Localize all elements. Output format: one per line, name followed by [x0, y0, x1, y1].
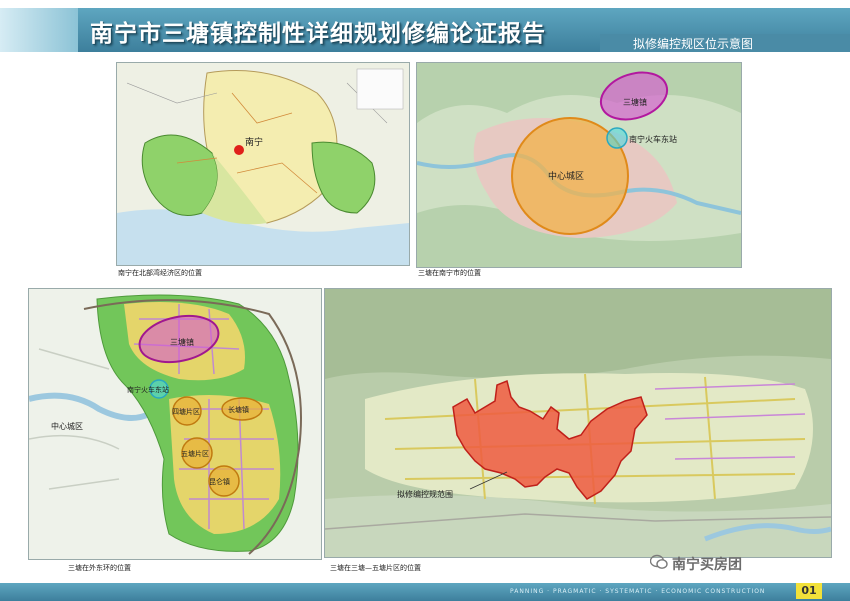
- label-santang: 三塘镇: [623, 97, 647, 107]
- map-beibu-gulf: 南宁: [116, 62, 410, 266]
- map-study-area-image: 拟修编控规范围: [325, 289, 831, 557]
- station-zone: [606, 127, 628, 149]
- footer-slogan: PANNING · PRAGMATIC · SYSTEMATIC · ECONO…: [510, 588, 766, 595]
- wechat-icon: [650, 554, 668, 569]
- label-sitang: 四塘片区: [172, 407, 200, 416]
- watermark: 南宁买房团: [672, 557, 742, 573]
- header: 南宁市三塘镇控制性详细规划修编论证报告 拟修编控规区位示意图: [0, 0, 850, 52]
- caption-map-2: 三塘在南宁市的位置: [418, 269, 481, 277]
- nanning-marker: [234, 145, 244, 155]
- map-outer-east-ring-image: 三塘镇 南宁火车东站 中心城区 四塘片区 长塘镇 五塘片区 昆仑镇: [29, 289, 321, 559]
- map-nanning-city: 三塘镇 南宁火车东站 中心城区: [416, 62, 742, 268]
- label-central-district: 中心城区: [548, 170, 584, 182]
- label-santang: 三塘镇: [170, 337, 194, 347]
- label-wutang: 五塘片区: [181, 449, 209, 458]
- label-east-station: 南宁火车东站: [629, 134, 677, 144]
- label-kunlun: 昆仑镇: [209, 477, 230, 486]
- page-number: 01: [796, 583, 822, 599]
- map-nanning-city-image: 三塘镇 南宁火车东站 中心城区: [417, 63, 741, 267]
- caption-map-1: 南宁在北部湾经济区的位置: [118, 269, 202, 277]
- label-changtang: 长塘镇: [228, 405, 249, 414]
- caption-map-3: 三塘在外东环的位置: [68, 564, 131, 572]
- label-nanning: 南宁: [245, 136, 263, 148]
- map-study-area: 拟修编控规范围: [324, 288, 832, 558]
- header-accent: [0, 8, 78, 52]
- caption-map-4: 三塘在三塘—五塘片区的位置: [330, 564, 421, 572]
- label-central-district: 中心城区: [51, 421, 83, 431]
- label-east-station: 南宁火车东站: [127, 385, 169, 394]
- page-title: 南宁市三塘镇控制性详细规划修编论证报告: [90, 21, 546, 47]
- page-subtitle: 拟修编控规区位示意图: [633, 37, 754, 51]
- map-outer-east-ring: 三塘镇 南宁火车东站 中心城区 四塘片区 长塘镇 五塘片区 昆仑镇: [28, 288, 322, 560]
- label-study-area: 拟修编控规范围: [397, 489, 453, 499]
- map-beibu-gulf-image: 南宁: [117, 63, 409, 265]
